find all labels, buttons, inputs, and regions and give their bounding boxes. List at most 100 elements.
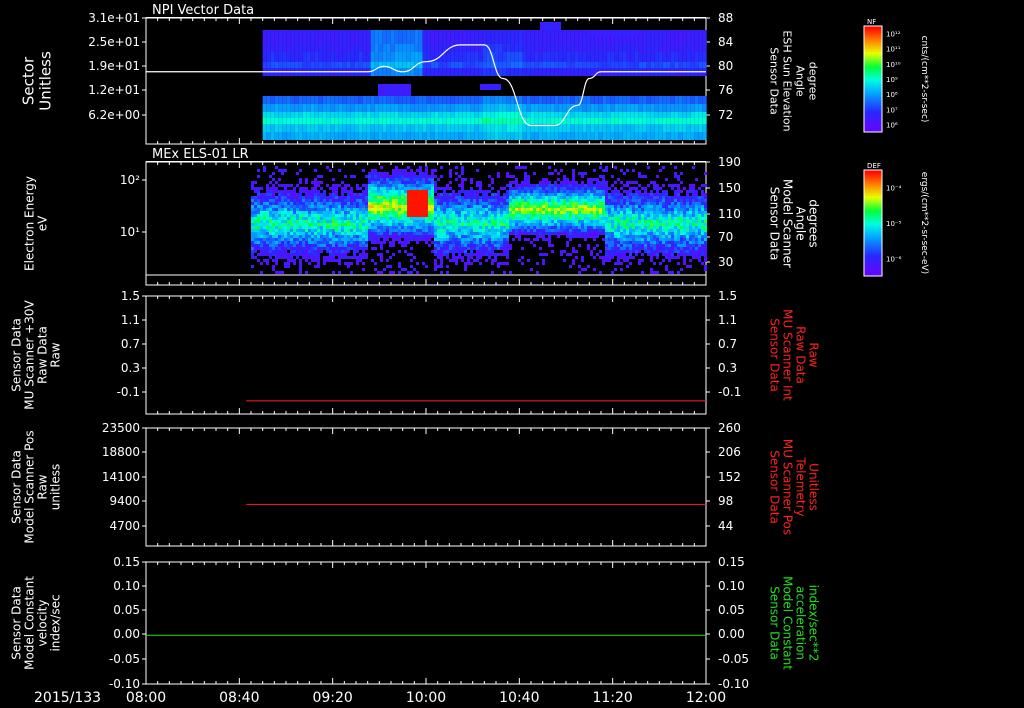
spectrogram-cell (488, 238, 491, 241)
spectrogram-cell (557, 196, 560, 199)
label-line: MU Scanner Pos (781, 439, 795, 535)
heatmap-cell (614, 104, 619, 112)
heatmap-cell (326, 96, 331, 104)
spectrogram-cell (464, 214, 467, 217)
spectrogram-cell (536, 223, 539, 226)
spectrogram-cell (509, 247, 512, 250)
heatmap-cell (390, 132, 395, 140)
spectrogram-cell (503, 247, 506, 250)
spectrogram-cell (404, 172, 407, 175)
heatmap-cell (682, 62, 687, 68)
spectrogram-cell (371, 193, 374, 196)
spectrogram-cell (416, 175, 419, 178)
heatmap-cell (674, 30, 679, 44)
spectrogram-cell (407, 193, 410, 196)
heatmap-cell (690, 124, 695, 132)
spectrogram-cell (488, 232, 491, 235)
spectrogram-cell (554, 196, 557, 199)
spectrogram-cell (275, 202, 278, 205)
heatmap-cell (506, 112, 511, 118)
spectrogram-cell (431, 187, 434, 190)
heatmap-cell (510, 132, 515, 140)
spectrogram-cell (305, 205, 308, 208)
spectrogram-cell (620, 256, 623, 259)
spectrogram-cell (515, 235, 518, 238)
spectrogram-cell (407, 253, 410, 256)
spectrogram-cell (539, 220, 542, 223)
heatmap-cell (318, 44, 323, 52)
spectrogram-cell (350, 187, 353, 190)
spectrogram-cell (569, 265, 572, 268)
spectrogram-cell (587, 211, 590, 214)
heatmap-cell (510, 62, 515, 68)
heatmap-cell (278, 132, 283, 140)
label-line: Sector (20, 56, 38, 105)
heatmap-cell (322, 44, 327, 52)
spectrogram-cell (407, 181, 410, 184)
spectrogram-cell (278, 244, 281, 247)
spectrogram-cell (407, 178, 410, 181)
y-tick-label-right: -0.1 (718, 385, 741, 399)
heatmap-cell (534, 132, 539, 140)
spectrogram-cell (329, 208, 332, 211)
spectrogram-cell (413, 217, 416, 220)
spectrogram-cell (308, 208, 311, 211)
spectrogram-cell (527, 187, 530, 190)
spectrogram-cell (341, 226, 344, 229)
spectrogram-cell (593, 205, 596, 208)
spectrogram-cell (593, 256, 596, 259)
spectrogram-cell (503, 250, 506, 253)
heatmap-cell (262, 96, 267, 104)
spectrogram-cell (455, 172, 458, 175)
heatmap-cell (430, 30, 435, 44)
spectrogram-cell (611, 253, 614, 256)
spectrogram-cell (578, 265, 581, 268)
spectrogram-cell (539, 247, 542, 250)
heatmap-cell (702, 132, 707, 140)
spectrogram-cell (314, 259, 317, 262)
spectrogram-cell (350, 220, 353, 223)
spectrogram-cell (410, 247, 413, 250)
heatmap-cell (374, 104, 379, 112)
heatmap-cell (622, 104, 627, 112)
spectrogram-cell (365, 238, 368, 241)
heatmap-cell (638, 104, 643, 112)
heatmap-cell (338, 30, 343, 44)
spectrogram-cell (509, 232, 512, 235)
spectrogram-cell (578, 214, 581, 217)
heatmap-cell (322, 52, 327, 62)
heatmap-cell (290, 30, 295, 44)
heatmap-cell (630, 124, 635, 132)
heatmap-cell (338, 132, 343, 140)
spectrogram-cell (419, 202, 422, 205)
spectrogram-cell (317, 205, 320, 208)
spectrogram-cell (599, 250, 602, 253)
heatmap-cell (598, 104, 603, 112)
spectrogram-cell (446, 229, 449, 232)
spectrogram-cell (380, 181, 383, 184)
spectrogram-cell (335, 244, 338, 247)
heatmap-cell (262, 44, 267, 52)
heatmap-cell (686, 44, 691, 52)
spectrogram-cell (278, 271, 281, 274)
spectrogram-cell (551, 193, 554, 196)
spectrogram-cell (272, 229, 275, 232)
spectrogram-cell (257, 202, 260, 205)
spectrogram-cell (560, 253, 563, 256)
spectrogram-cell (278, 247, 281, 250)
heatmap-cell (546, 68, 551, 76)
spectrogram-cell (401, 241, 404, 244)
spectrogram-cell (527, 175, 530, 178)
spectrogram-cell (428, 235, 431, 238)
heatmap-cell (698, 124, 703, 132)
spectrogram-cell (362, 211, 365, 214)
spectrogram-cell (497, 193, 500, 196)
spectrogram-cell (251, 265, 254, 268)
spectrogram-cell (488, 184, 491, 187)
spectrogram-cell (344, 232, 347, 235)
spectrogram-cell (320, 211, 323, 214)
spectrogram-cell (575, 250, 578, 253)
spectrogram-cell (587, 226, 590, 229)
heatmap-cell (474, 104, 479, 112)
heatmap-cell (338, 104, 343, 112)
